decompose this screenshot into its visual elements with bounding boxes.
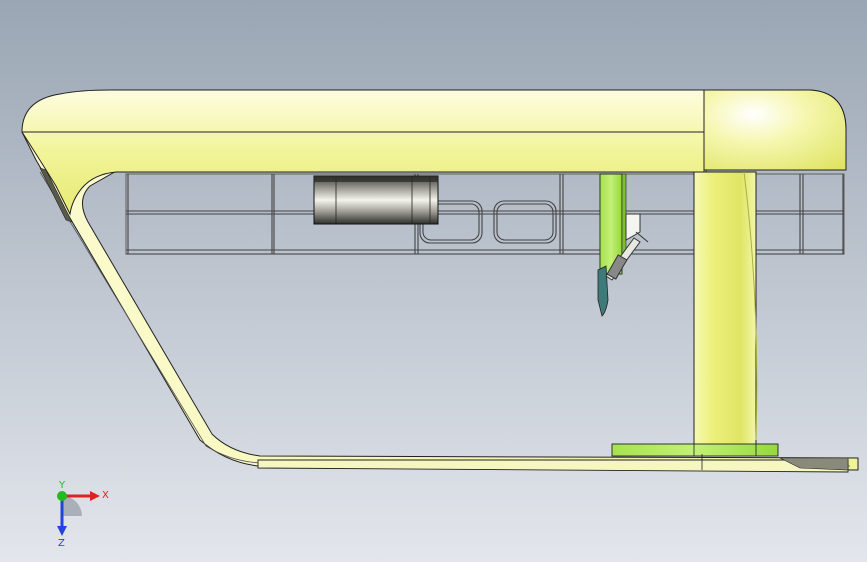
y-axis-label: Y bbox=[58, 480, 66, 491]
z-axis-label: Z bbox=[58, 538, 65, 549]
cad-model[interactable] bbox=[0, 0, 867, 562]
vertical-post[interactable] bbox=[693, 171, 758, 447]
rail-links bbox=[419, 200, 557, 244]
y-axis-dot bbox=[57, 491, 67, 501]
roller[interactable] bbox=[313, 175, 439, 225]
beam-end-cap bbox=[703, 89, 847, 171]
hanging-arm[interactable] bbox=[597, 173, 627, 317]
x-axis-label: X bbox=[102, 490, 109, 501]
graphics-viewport[interactable]: X Y Z bbox=[0, 0, 867, 562]
bottom-rail bbox=[257, 459, 849, 473]
base-plate[interactable] bbox=[611, 443, 779, 457]
coordinate-triad[interactable]: X Y Z bbox=[40, 478, 120, 550]
